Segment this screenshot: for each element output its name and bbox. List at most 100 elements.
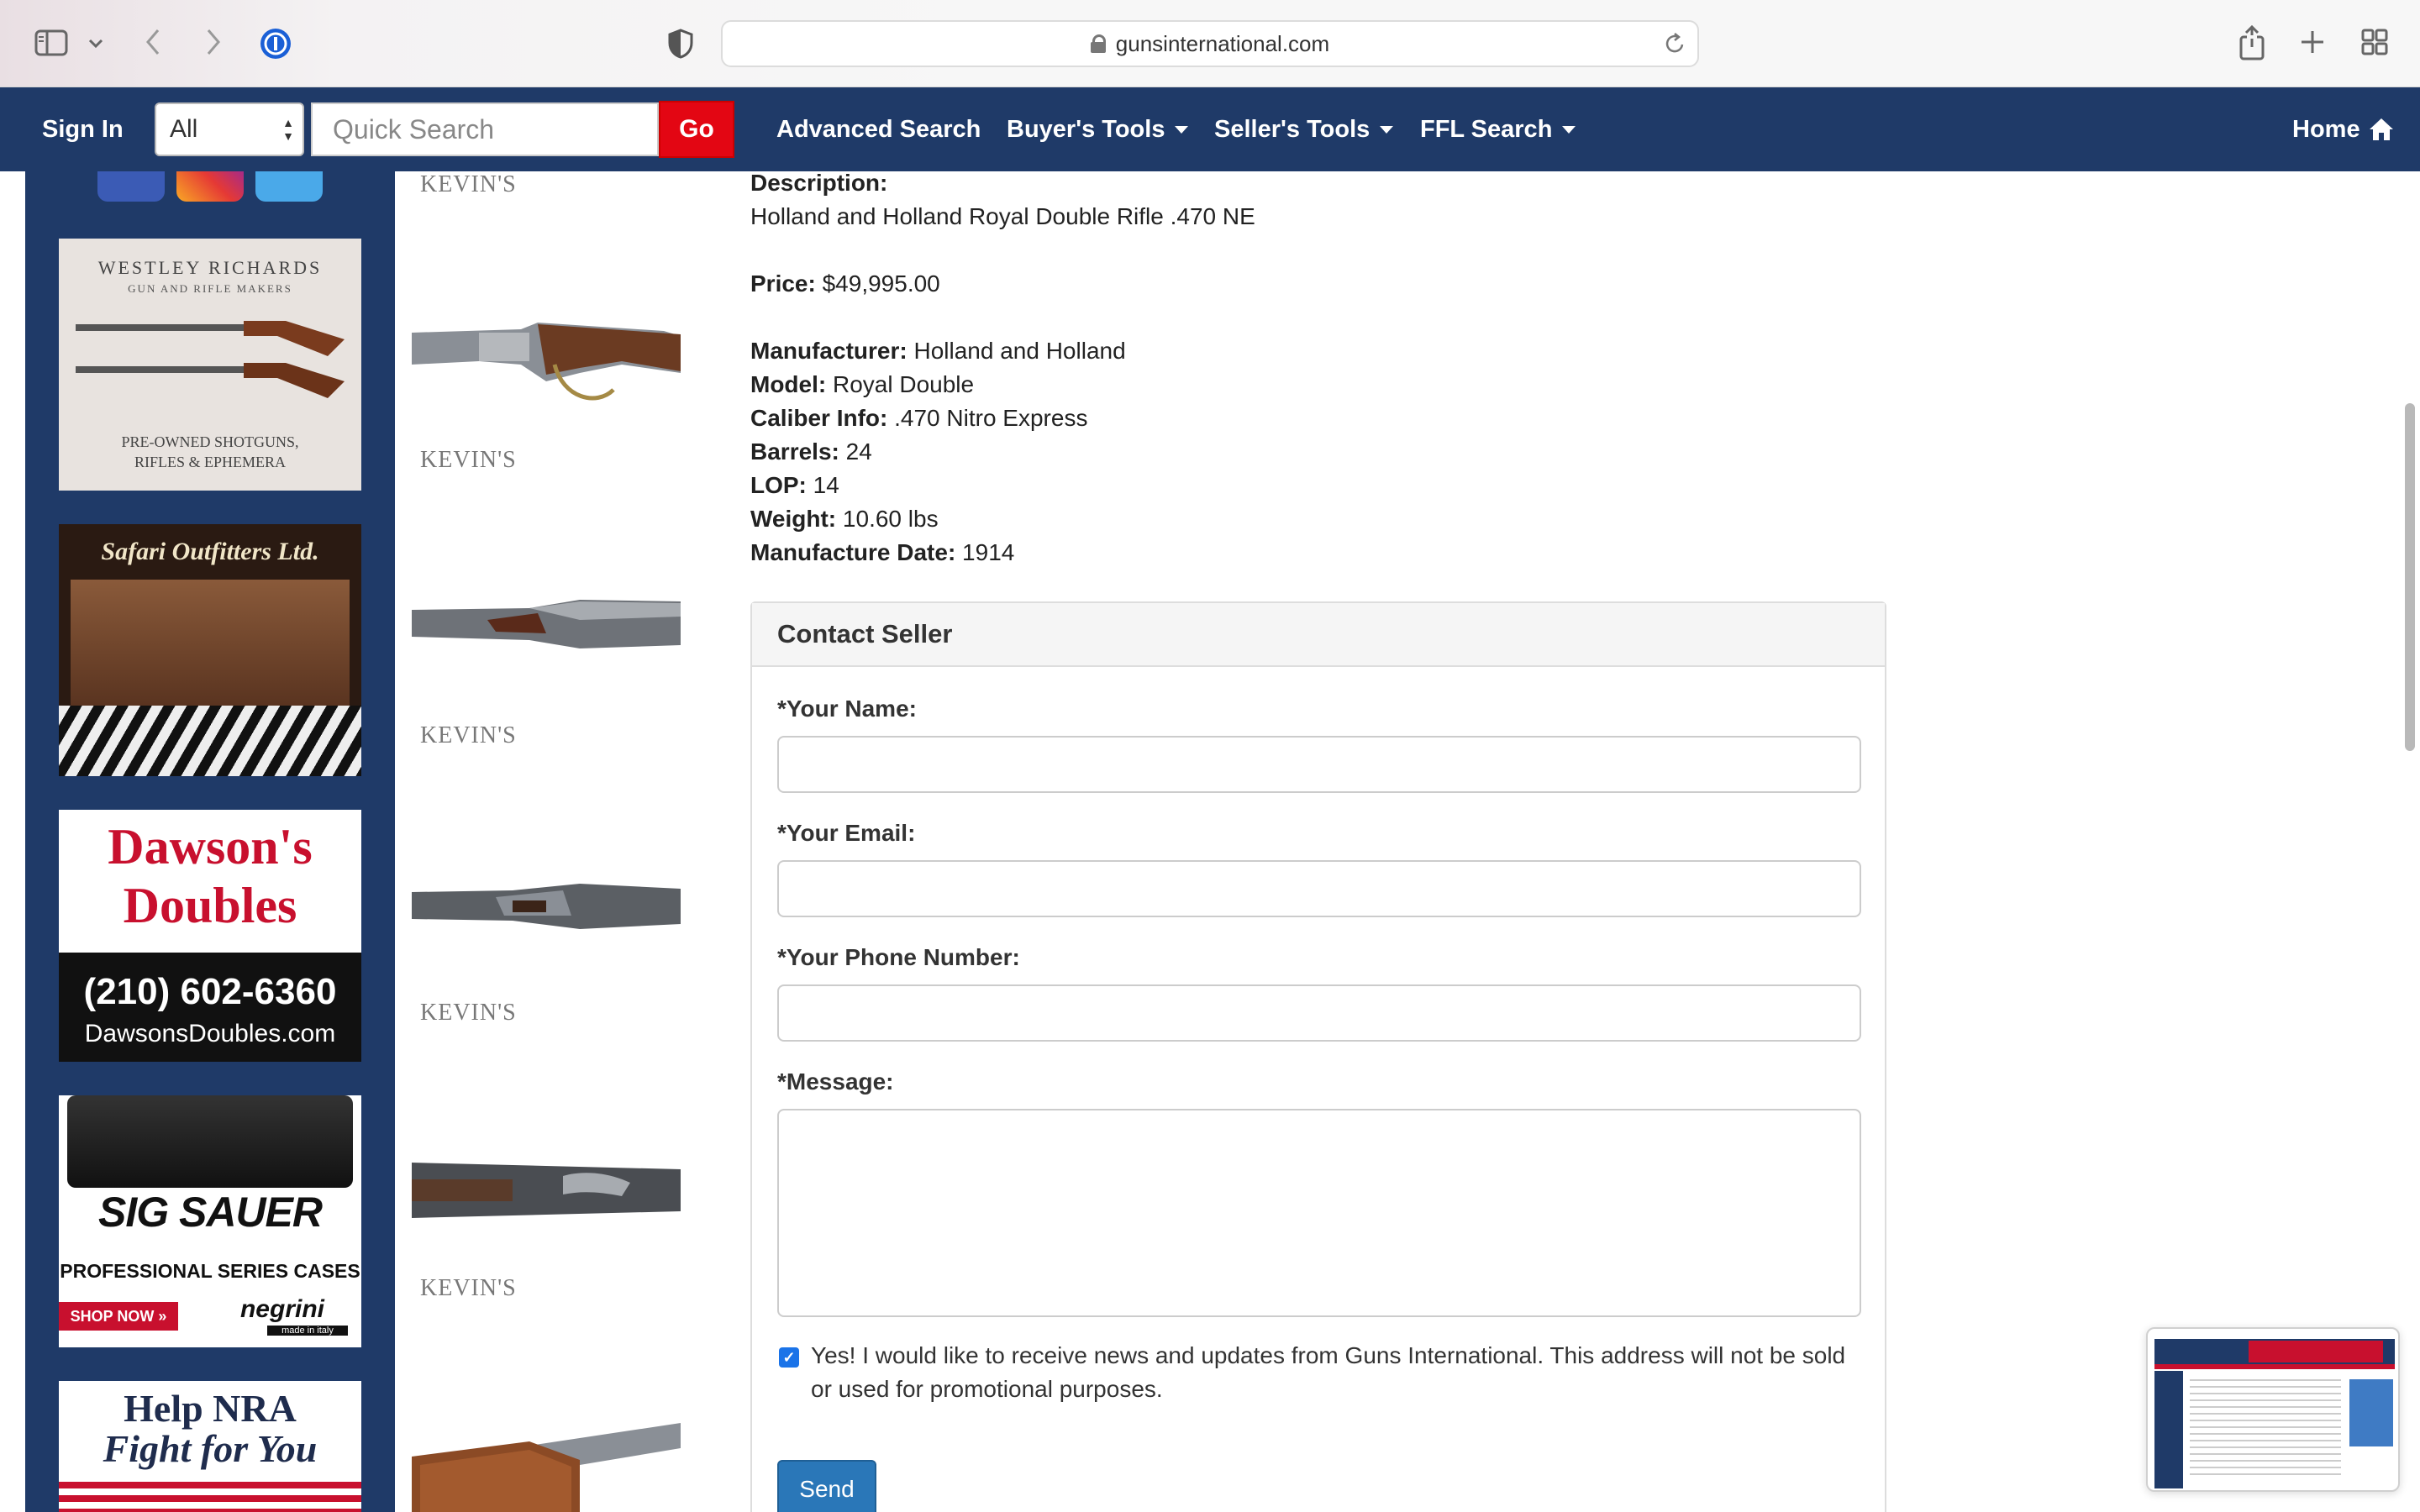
privacy-shield-icon[interactable] [664, 25, 697, 62]
ad-sig-sub: PROFESSIONAL SERIES CASES [60, 1260, 360, 1282]
ad-nra[interactable]: Help NRA Fight for You [59, 1381, 361, 1512]
spec-manufacturer: Manufacturer: Holland and Holland [750, 338, 1126, 364]
contact-seller-title: Contact Seller [752, 603, 1885, 667]
phone-label: *Your Phone Number: [777, 944, 1020, 970]
price-label: Price: [750, 270, 816, 297]
thumbnail-4[interactable] [412, 1146, 681, 1230]
home-link[interactable]: Home [2292, 87, 2394, 171]
ad-sig-italy: made in italy [267, 1326, 348, 1336]
thumbnail-2[interactable] [412, 583, 681, 667]
facebook-icon[interactable] [97, 171, 165, 202]
thumbnail-1[interactable] [412, 281, 681, 423]
spec-lop: LOP: 14 [750, 472, 839, 498]
sidebar-toggle-icon[interactable] [32, 27, 71, 59]
search-category-select[interactable]: All ▲ ▼ [155, 102, 304, 156]
search-category-value: All [170, 115, 198, 143]
forward-icon[interactable] [198, 25, 229, 59]
new-tab-icon[interactable] [2296, 25, 2329, 59]
back-icon[interactable] [138, 25, 168, 59]
ad-westley-richards[interactable]: WESTLEY RICHARDS GUN AND RIFLE MAKERS PR… [59, 239, 361, 491]
share-icon[interactable] [2235, 22, 2269, 64]
tab-overview-icon[interactable] [2358, 25, 2391, 59]
thumbnail-watermark: KEVIN'S [420, 722, 517, 748]
price-value: $49,995.00 [822, 270, 940, 297]
send-button[interactable]: Send [777, 1460, 876, 1512]
buyers-tools-menu[interactable]: Buyer's Tools [1007, 87, 1189, 171]
ad-dawsons-url: DawsonsDoubles.com [84, 1020, 336, 1047]
preview-nav [2154, 1364, 2395, 1369]
caret-down-icon [1562, 125, 1576, 134]
sign-in-link[interactable]: Sign In [42, 87, 124, 171]
ffl-search-menu[interactable]: FFL Search [1420, 87, 1576, 171]
ad-sig-negrini: negrini [239, 1295, 324, 1323]
ad-nra-line2: Fight for You [103, 1427, 318, 1470]
newsletter-optin-text: Yes! I would like to receive news and up… [811, 1342, 1846, 1402]
ad-westley-title: WESTLEY RICHARDS [97, 257, 323, 278]
ad-dawsons-phone: (210) 602-6360 [83, 971, 337, 1012]
ad-sig-title: SIG SAUER [97, 1189, 323, 1236]
sellers-tools-menu[interactable]: Seller's Tools [1214, 87, 1394, 171]
description-text: Holland and Holland Royal Double Rifle .… [750, 203, 1255, 229]
ad-westley-line4: RIFLES & EPHEMERA [134, 454, 287, 470]
caret-down-icon [1175, 125, 1189, 134]
url-text: gunsinternational.com [1115, 30, 1330, 56]
lock-icon [1090, 34, 1106, 53]
spec-manufacture-date: Manufacture Date: 1914 [750, 539, 1015, 565]
ad-westley-guns [76, 321, 345, 398]
ad-safari-zebra [59, 706, 361, 776]
spec-model: Model: Royal Double [750, 371, 975, 397]
contact-seller-panel: Contact Seller *Your Name: *Your Email: … [750, 601, 1886, 1512]
ad-safari-photo [71, 580, 350, 706]
spec-caliber: Caliber Info: .470 Nitro Express [750, 405, 1088, 431]
ad-sig-sauer[interactable]: SIG SAUER PROFESSIONAL SERIES CASES SHOP… [59, 1095, 361, 1347]
ad-dawsons-line2: Doubles [123, 878, 297, 933]
go-button[interactable]: Go [659, 101, 734, 158]
ad-westley-line3: PRE-OWNED SHOTGUNS, [121, 433, 299, 450]
email-label: *Your Email: [777, 820, 916, 846]
phone-input[interactable] [777, 984, 1861, 1042]
ad-nra-flag [59, 1482, 361, 1512]
message-label: *Message: [777, 1068, 894, 1095]
ad-nra-line1: Help NRA [124, 1387, 297, 1430]
thumbnail-3[interactable] [412, 869, 681, 944]
address-bar[interactable]: gunsinternational.com [721, 20, 1699, 67]
select-arrows-icon: ▲ ▼ [282, 116, 294, 143]
preview-banner [2249, 1341, 2383, 1362]
tab-preview-thumbnail[interactable] [2146, 1327, 2400, 1492]
ad-safari-title: Safari Outfitters Ltd. [101, 538, 319, 565]
description-label: Description: [750, 170, 888, 196]
ffl-search-label: FFL Search [1420, 115, 1553, 143]
home-label: Home [2292, 115, 2360, 143]
preview-content [2190, 1379, 2341, 1480]
spec-weight: Weight: 10.60 lbs [750, 506, 939, 532]
thumbnail-watermark: KEVIN'S [420, 1000, 517, 1026]
thumbnail-5[interactable] [412, 1398, 681, 1512]
buyers-tools-label: Buyer's Tools [1007, 115, 1165, 143]
email-input[interactable] [777, 860, 1861, 917]
sellers-tools-label: Seller's Tools [1214, 115, 1370, 143]
spec-barrels: Barrels: 24 [750, 438, 872, 465]
ad-westley-sub: GUN AND RIFLE MAKERS [128, 282, 292, 295]
quick-search-input[interactable]: Quick Search [311, 102, 659, 156]
thumbnail-watermark: KEVIN'S [420, 447, 517, 473]
sidebar-ads: WESTLEY RICHARDS GUN AND RIFLE MAKERS PR… [25, 171, 395, 1512]
ad-dawsons-doubles[interactable]: Dawson's Doubles (210) 602-6360 DawsonsD… [59, 810, 361, 1062]
page-scrollbar[interactable] [2405, 403, 2415, 751]
chevron-down-icon[interactable] [84, 32, 108, 55]
thumbnail-watermark: KEVIN'S [420, 1275, 517, 1301]
newsletter-checkbox[interactable]: ✓ [779, 1347, 799, 1368]
twitter-icon[interactable] [255, 171, 323, 202]
preview-sidebar [2154, 1371, 2183, 1488]
instagram-icon[interactable] [176, 171, 244, 202]
ad-dawsons-line1: Dawson's [108, 819, 313, 874]
name-input[interactable] [777, 736, 1861, 793]
ad-safari-outfitters[interactable]: Safari Outfitters Ltd. [59, 524, 361, 776]
advanced-search-link[interactable]: Advanced Search [776, 87, 981, 171]
thumbnail-watermark: KEVIN'S [420, 171, 517, 197]
password-manager-icon[interactable] [257, 25, 294, 62]
home-icon [2369, 118, 2394, 141]
message-textarea[interactable] [777, 1109, 1861, 1317]
reload-icon[interactable] [1664, 32, 1686, 61]
ad-sig-shop-now: SHOP NOW » [59, 1302, 178, 1331]
ad-sig-case [67, 1095, 353, 1188]
